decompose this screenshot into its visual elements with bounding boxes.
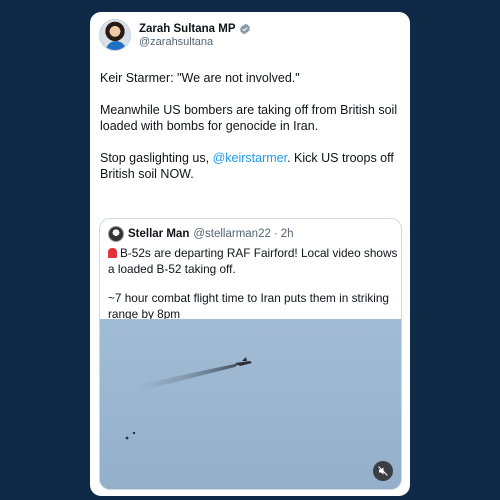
author-display-name[interactable]: Zarah Sultana MP: [139, 23, 236, 35]
tweet-paragraph-3-start: Stop gaslighting us,: [100, 151, 213, 165]
author-name-block: Zarah Sultana MP @zarahsultana: [139, 23, 251, 48]
bomber-video-frame: [100, 319, 401, 489]
quoted-author-avatar[interactable]: [108, 226, 124, 242]
tweet-card[interactable]: Zarah Sultana MP @zarahsultana Keir Star…: [90, 12, 410, 496]
tweet-paragraph-3: Stop gaslighting us, @keirstarmer. Kick …: [100, 150, 400, 182]
time-separator: ·: [273, 228, 278, 240]
author-avatar[interactable]: [99, 19, 131, 51]
tweet-paragraph-1: Keir Starmer: "We are not involved.": [100, 71, 300, 85]
siren-emoji-icon: [108, 248, 117, 258]
quoted-author-name[interactable]: Stellar Man: [128, 228, 189, 240]
quoted-timestamp[interactable]: 2h: [281, 228, 294, 240]
mention-link[interactable]: @keirstarmer: [213, 151, 288, 165]
video-media[interactable]: [100, 319, 401, 489]
tweet-body: Keir Starmer: "We are not involved." Mea…: [100, 70, 400, 182]
author-handle[interactable]: @zarahsultana: [139, 36, 251, 48]
mute-button[interactable]: [373, 461, 393, 481]
mute-icon: [378, 466, 388, 476]
tweet-paragraph-2: Meanwhile US bombers are taking off from…: [100, 103, 398, 133]
quoted-paragraph-1: B-52s are departing RAF Fairford! Local …: [108, 246, 398, 277]
quoted-tweet-header: Stellar Man @stellarman22 · 2h: [108, 226, 294, 242]
tweet-header: Zarah Sultana MP @zarahsultana: [99, 19, 251, 51]
quoted-tweet[interactable]: Stellar Man @stellarman22 · 2h B-52s are…: [99, 218, 402, 490]
quoted-paragraph-2: ~7 hour combat flight time to Iran puts …: [108, 291, 389, 321]
quoted-line-1: B-52s are departing RAF Fairford! Local …: [108, 246, 398, 276]
verified-badge-icon: [239, 23, 250, 34]
author-name-row: Zarah Sultana MP: [139, 23, 251, 35]
quoted-author-handle[interactable]: @stellarman22: [193, 228, 271, 240]
